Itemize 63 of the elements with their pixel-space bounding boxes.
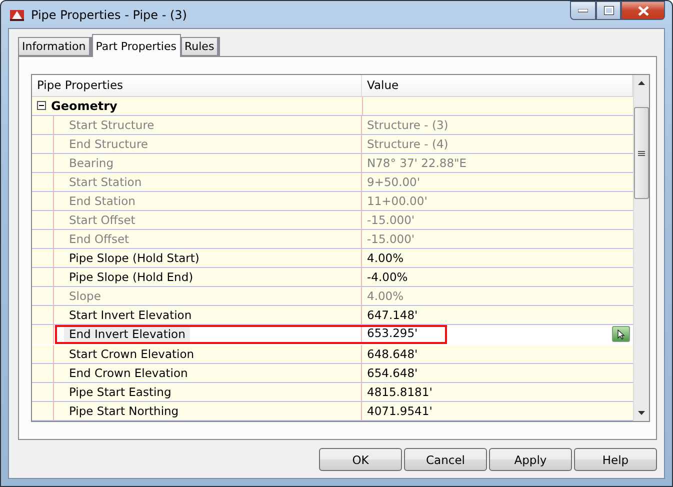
property-name: Slope — [68, 288, 102, 305]
minimize-button[interactable] — [570, 1, 596, 20]
property-value: Structure - (3) — [367, 118, 448, 132]
close-button[interactable] — [621, 1, 665, 20]
scroll-thumb[interactable] — [634, 107, 649, 199]
property-row[interactable]: Start Invert Elevation 647.148' — [32, 306, 633, 325]
property-name: Start Invert Elevation — [68, 306, 193, 324]
property-value: 647.148' — [367, 308, 418, 322]
property-name: Pipe Start Northing — [68, 403, 180, 420]
scrollbar[interactable] — [633, 75, 649, 421]
window-title: Pipe Properties - Pipe - (3) — [31, 8, 188, 22]
dialog-button[interactable]: Apply — [489, 448, 572, 471]
tab[interactable]: Information — [18, 37, 92, 56]
property-name: End Crown Elevation — [68, 365, 189, 382]
property-value: -4.00% — [367, 270, 408, 284]
property-value: 653.295' — [367, 326, 418, 340]
property-name: Start Offset — [68, 212, 136, 229]
property-name: End Structure — [68, 136, 150, 153]
edit-button[interactable] — [612, 326, 630, 342]
property-value: 4071.9541' — [367, 404, 432, 418]
column-header[interactable]: Pipe Properties — [32, 75, 362, 96]
property-value: -15.000' — [367, 212, 415, 227]
property-value: N78° 37' 22.88"E — [367, 156, 467, 170]
tab[interactable]: Rules — [180, 37, 220, 56]
property-name: Start Crown Elevation — [68, 346, 196, 363]
property-value: 4.00% — [367, 250, 404, 265]
property-name: End Offset — [68, 230, 130, 248]
dialog-button[interactable]: OK — [319, 448, 402, 471]
tab[interactable]: Part Properties — [92, 34, 180, 57]
property-value: 11+00.00' — [367, 194, 428, 208]
property-value: 9+50.00' — [367, 174, 420, 189]
property-value: 4.00% — [367, 288, 404, 303]
property-row[interactable]: End Invert Elevation 653.295' — [32, 324, 633, 345]
property-value: 4815.8181' — [367, 385, 432, 399]
scroll-up-icon — [638, 81, 645, 85]
property-value: 654.648' — [367, 366, 418, 380]
group-label: Geometry — [51, 98, 118, 113]
minimize-icon — [578, 8, 588, 12]
property-name: Start Station — [68, 174, 143, 191]
dialog-button[interactable]: Cancel — [404, 448, 487, 471]
property-row[interactable]: Start Crown Elevation 648.648' — [32, 345, 633, 364]
collapse-icon[interactable] — [37, 101, 46, 110]
dialog-button[interactable]: Help — [574, 448, 657, 471]
property-name: Pipe Slope (Hold Start) — [68, 250, 200, 267]
close-icon — [638, 6, 648, 16]
property-row[interactable]: End Crown Elevation 654.648' — [32, 364, 633, 383]
property-value: Structure - (4) — [367, 136, 448, 151]
maximize-button[interactable] — [596, 1, 621, 20]
property-value: -15.000' — [367, 232, 415, 246]
property-name: Pipe Start Easting — [68, 384, 172, 401]
property-name: Bearing — [68, 154, 115, 172]
property-row[interactable]: Pipe Start Northing 4071.9541' — [32, 402, 633, 421]
property-name: Start Structure — [68, 116, 156, 134]
property-row[interactable]: Pipe Slope (Hold Start) 4.00% — [32, 248, 633, 268]
cursor-icon — [617, 328, 625, 340]
property-name: End Station — [68, 192, 136, 210]
restore-icon — [604, 6, 614, 15]
property-name: Pipe Slope (Hold End) — [68, 268, 194, 286]
scroll-down-icon — [638, 411, 645, 415]
grip-icon — [638, 150, 645, 156]
property-value: 648.648' — [367, 347, 418, 361]
property-row[interactable]: Pipe Start Easting 4815.8181' — [32, 383, 633, 402]
property-row[interactable]: Pipe Slope (Hold End) -4.00% — [32, 268, 633, 287]
